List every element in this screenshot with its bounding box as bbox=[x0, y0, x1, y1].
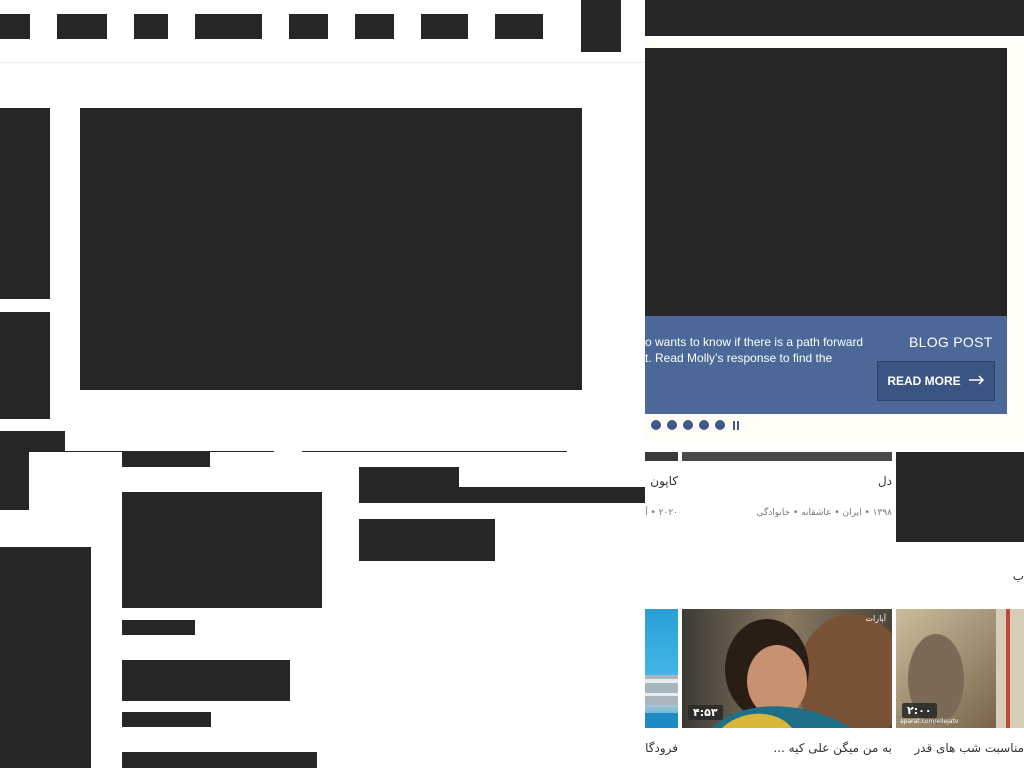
video-duration-ali: ۴:۵۳ bbox=[688, 705, 723, 720]
section-heading-block bbox=[0, 431, 65, 452]
video-title-top-left[interactable]: کاپون bbox=[650, 474, 678, 488]
video-thumb-top-left[interactable] bbox=[645, 452, 678, 461]
card-caption-block bbox=[122, 620, 195, 635]
blog-excerpt-line-1: o wants to know if there is a path forwa… bbox=[645, 335, 864, 349]
nav-item-8[interactable] bbox=[495, 14, 543, 39]
blog-excerpt-line-2: t. Read Molly’s response to find the bbox=[645, 351, 833, 365]
slider-dot-2[interactable] bbox=[667, 420, 677, 430]
watermark-url: aparat.com/ellejatv bbox=[900, 718, 959, 725]
nav-item-1[interactable] bbox=[0, 14, 30, 39]
video-thumb-ali[interactable]: آپارات ۴:۵۳ bbox=[682, 609, 892, 728]
read-more-button[interactable]: READ MORE bbox=[877, 361, 995, 401]
blog-slide-media bbox=[645, 48, 1007, 316]
side-small-block bbox=[0, 452, 29, 510]
nav-item-2[interactable] bbox=[57, 14, 107, 39]
blog-post-tag: BLOG POST bbox=[909, 334, 993, 350]
video-title-top-middle[interactable]: دل bbox=[878, 474, 892, 488]
divider-line-2 bbox=[302, 451, 567, 452]
slider-pagination bbox=[651, 420, 739, 430]
tab-label-block[interactable] bbox=[122, 452, 210, 467]
blog-slider: o wants to know if there is a path forwa… bbox=[645, 40, 1024, 442]
slider-dot-1[interactable] bbox=[651, 420, 661, 430]
side-ad-block bbox=[0, 547, 91, 768]
card-title-block[interactable] bbox=[122, 660, 290, 701]
heading-block-a bbox=[359, 467, 459, 503]
side-column-block-1 bbox=[0, 108, 50, 299]
video-duration-ghadr: ۲:۰۰ bbox=[902, 703, 937, 718]
nav-item-7[interactable] bbox=[421, 14, 468, 39]
video-thumb-top-middle[interactable] bbox=[682, 452, 892, 461]
nav-item-3[interactable] bbox=[134, 14, 168, 39]
video-title-airport[interactable]: فرودگاه bbox=[645, 741, 678, 755]
arrow-right-icon bbox=[968, 374, 985, 388]
card-meta-block bbox=[122, 712, 211, 727]
nav-item-5[interactable] bbox=[289, 14, 328, 39]
blog-excerpt: o wants to know if there is a path forwa… bbox=[645, 334, 875, 366]
blog-slide-panel: o wants to know if there is a path forwa… bbox=[645, 316, 1007, 414]
top-nav-bar bbox=[0, 0, 645, 63]
heading-block-b bbox=[459, 487, 645, 503]
section-title-fragment: ب bbox=[1012, 569, 1024, 583]
card-image-placeholder[interactable] bbox=[122, 492, 322, 608]
video-meta-top-middle: ۱۳۹۸ • ایران • عاشقانه • خانوادگی bbox=[756, 508, 892, 518]
video-thumb-airport[interactable] bbox=[645, 609, 678, 728]
read-more-label: READ MORE bbox=[887, 374, 961, 388]
card-next-block[interactable] bbox=[122, 752, 317, 768]
slider-dot-3[interactable] bbox=[683, 420, 693, 430]
right-header-bar bbox=[645, 0, 1024, 36]
slider-dot-5[interactable] bbox=[715, 420, 725, 430]
nav-item-4[interactable] bbox=[195, 14, 262, 39]
video-title-ali[interactable]: به من میگن علی کیه ... bbox=[773, 741, 892, 755]
video-thumb-top-right[interactable] bbox=[896, 452, 1024, 542]
nav-item-6[interactable] bbox=[355, 14, 394, 39]
button-block[interactable] bbox=[359, 519, 495, 561]
hero-media-placeholder bbox=[80, 108, 582, 390]
watermark-logo: آپارات bbox=[865, 614, 886, 623]
side-column-block-2 bbox=[0, 312, 50, 419]
left-page bbox=[0, 0, 645, 768]
nav-action-button[interactable] bbox=[581, 0, 621, 52]
pause-icon[interactable] bbox=[733, 420, 739, 430]
video-title-ghadr[interactable]: مناسبت شب های قدر bbox=[896, 741, 1024, 755]
slider-dot-4[interactable] bbox=[699, 420, 709, 430]
video-meta-top-left: ۲۰۲۰ • آ bbox=[645, 508, 678, 518]
right-page: o wants to know if there is a path forwa… bbox=[645, 0, 1024, 768]
video-thumb-ghadr[interactable]: aparat.com/ellejatv ۲:۰۰ bbox=[896, 609, 1024, 728]
